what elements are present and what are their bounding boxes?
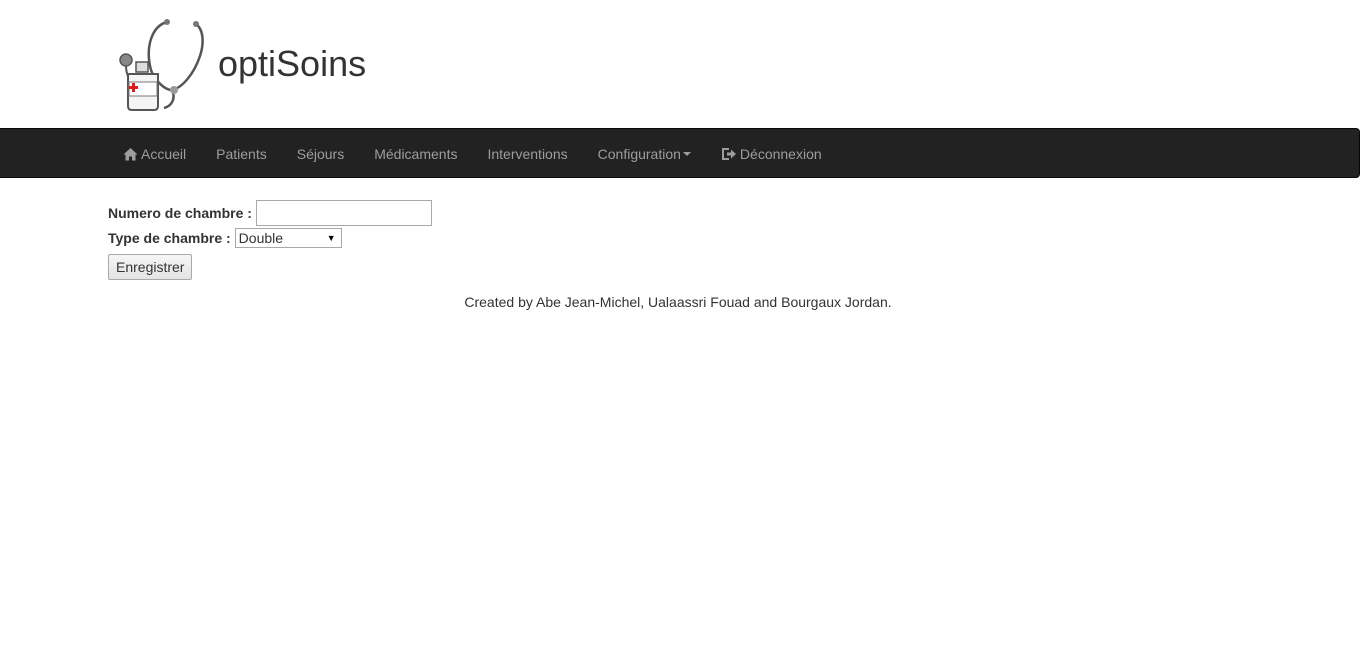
nav-item-label: Déconnexion	[739, 146, 822, 162]
nav-item-sejours[interactable]: Séjours	[282, 129, 359, 179]
nav-list: Accueil Patients Séjours Médicaments Int…	[108, 129, 837, 179]
nav-item-label: Configuration	[597, 146, 681, 162]
nav-item-deconnexion[interactable]: Déconnexion	[706, 129, 837, 179]
room-type-row: Type de chambre : Double ▼	[108, 228, 432, 248]
nav-item-label: Interventions	[487, 146, 568, 162]
caret-down-icon	[682, 152, 691, 156]
brand-title: optiSoins	[218, 43, 367, 84]
nav-item-label: Accueil	[141, 146, 187, 162]
dropdown-arrow-icon: ▼	[326, 233, 336, 243]
room-form: Numero de chambre : Type de chambre : Do…	[108, 200, 432, 280]
page-header: optiSoins	[0, 0, 1361, 128]
stethoscope-logo-icon	[119, 19, 204, 111]
nav-item-label: Séjours	[296, 146, 345, 162]
logout-icon	[721, 147, 737, 161]
nav-item-interventions[interactable]: Interventions	[472, 129, 582, 179]
footer-credits: Created by Abe Jean-Michel, Ualaassri Fo…	[464, 294, 892, 310]
room-type-label: Type de chambre :	[108, 230, 231, 246]
nav-item-medicaments[interactable]: Médicaments	[359, 129, 472, 179]
nav-item-label: Patients	[216, 146, 267, 162]
room-number-row: Numero de chambre :	[108, 200, 432, 226]
room-type-selected-value: Double	[238, 230, 284, 246]
home-icon	[123, 147, 138, 161]
nav-item-accueil[interactable]: Accueil	[108, 129, 201, 179]
room-number-label: Numero de chambre :	[108, 205, 252, 221]
nav-item-configuration-dropdown[interactable]: Configuration	[583, 129, 706, 179]
nav-item-patients[interactable]: Patients	[201, 129, 282, 179]
room-type-select[interactable]: Double ▼	[234, 228, 342, 248]
main-navbar: Accueil Patients Séjours Médicaments Int…	[0, 128, 1360, 178]
room-number-input[interactable]	[255, 200, 432, 226]
nav-item-label: Médicaments	[374, 146, 458, 162]
save-button[interactable]: Enregistrer	[108, 254, 193, 280]
